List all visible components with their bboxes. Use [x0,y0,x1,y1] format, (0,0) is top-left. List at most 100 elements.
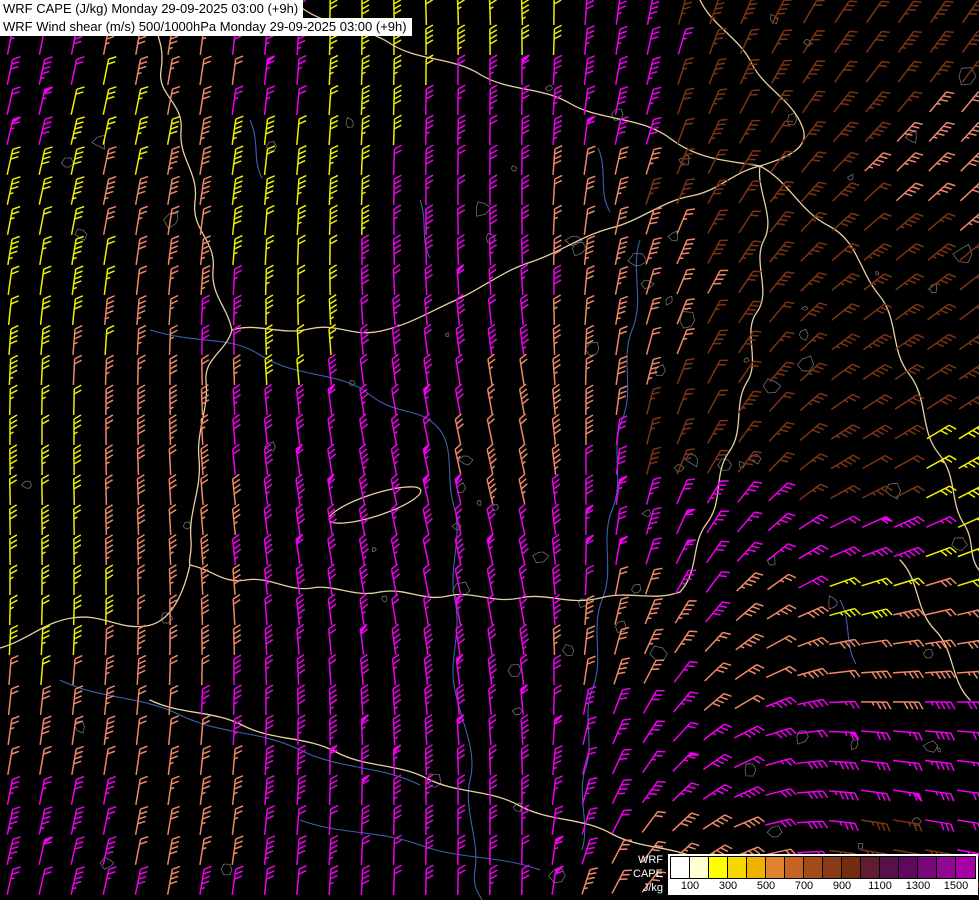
wind-barb [612,687,631,715]
legend-tick-label: 900 [832,879,852,892]
wind-barb [102,175,117,205]
wind-barb [861,608,893,619]
wind-barb [645,86,662,115]
wind-barb [137,564,146,596]
wind-barb [553,654,562,686]
wind-barb [423,593,432,625]
wind-barb [328,114,339,146]
legend-color-segment [918,856,937,878]
wind-barb [455,653,464,685]
wind-barb [707,209,729,234]
wind-barb [959,182,979,202]
wind-barb [104,504,114,536]
wind-barb [137,384,146,415]
wind-barb [7,745,20,775]
wind-barb [895,273,925,291]
wind-barb [865,0,890,24]
wind-barb [167,775,180,805]
wind-barb [583,625,596,656]
wind-barb [925,546,957,558]
wind-barb [41,444,50,476]
wind-barb [583,145,596,175]
wind-barb [41,414,50,446]
wind-barb [263,85,276,116]
wind-barb [861,639,893,648]
wind-barb [422,443,431,475]
wind-barb [328,84,339,116]
legend-color-segment [690,856,709,878]
wind-barb [423,353,433,385]
wind-barb [581,867,599,895]
wind-barb [392,864,402,896]
wind-barb [328,834,339,866]
wind-barb [736,541,763,563]
legend-tick-label: 1100 [868,879,892,892]
wind-barb [72,594,82,626]
wind-barb [296,835,307,866]
wind-barb [457,864,466,896]
wind-barb [136,624,146,656]
wind-barb [703,692,732,711]
wind-barb [767,512,796,532]
wind-barb [706,540,730,564]
wind-barb [829,669,861,678]
wind-barb [738,330,762,354]
wind-barb [199,865,212,895]
wind-barb [802,0,825,24]
wind-barb [134,866,149,895]
wind-barb [520,744,530,776]
wind-barb [801,90,826,114]
wind-barb [552,54,563,86]
wind-barb [41,504,50,536]
wind-barb [424,293,433,326]
wind-barb [7,235,20,265]
wind-barb [424,234,434,266]
wind-barb [71,235,84,265]
wind-barb [70,86,85,115]
wind-barb [521,204,530,236]
wind-barb [518,533,529,565]
wind-barb [231,835,244,865]
wind-barb [958,485,979,499]
wind-barb [864,152,892,172]
wind-barb [829,546,861,558]
wind-barb [926,333,957,351]
wind-barb [798,575,829,589]
wind-barb [584,265,595,296]
wind-barb [424,683,433,716]
wind-barb [232,443,241,476]
wind-barb [957,546,979,558]
wind-barb [553,0,562,26]
wind-barb [865,30,890,53]
wind-barb [863,333,893,351]
wind-barb [102,836,117,865]
wind-barb [802,60,826,84]
wind-barb [455,323,466,355]
wind-barb [201,654,210,686]
wind-barb [831,333,861,351]
wind-barb [135,265,148,296]
wind-barb [829,607,861,618]
wind-barb [768,391,795,413]
wind-barb [424,263,433,296]
wind-barb [956,701,979,710]
legend-colorbar-box: 100 300 500 700 900 1100 1300 1500 [668,853,978,895]
wind-barb [797,667,829,679]
wind-barb [800,332,828,352]
wind-barb [392,293,401,326]
wind-barb [896,152,924,172]
wind-barb [673,691,699,713]
wind-barb [199,85,212,115]
wind-barb [552,294,562,326]
wind-barb [38,205,53,235]
wind-barb [552,383,562,416]
wind-barb [676,117,695,145]
wind-barb [38,86,54,115]
wind-barb [518,383,530,415]
wind-barb [422,473,431,505]
wind-barb [40,384,50,416]
wind-barb [200,503,209,536]
wind-barb [134,145,149,175]
wind-barb [168,564,178,596]
wind-barb [733,816,765,829]
